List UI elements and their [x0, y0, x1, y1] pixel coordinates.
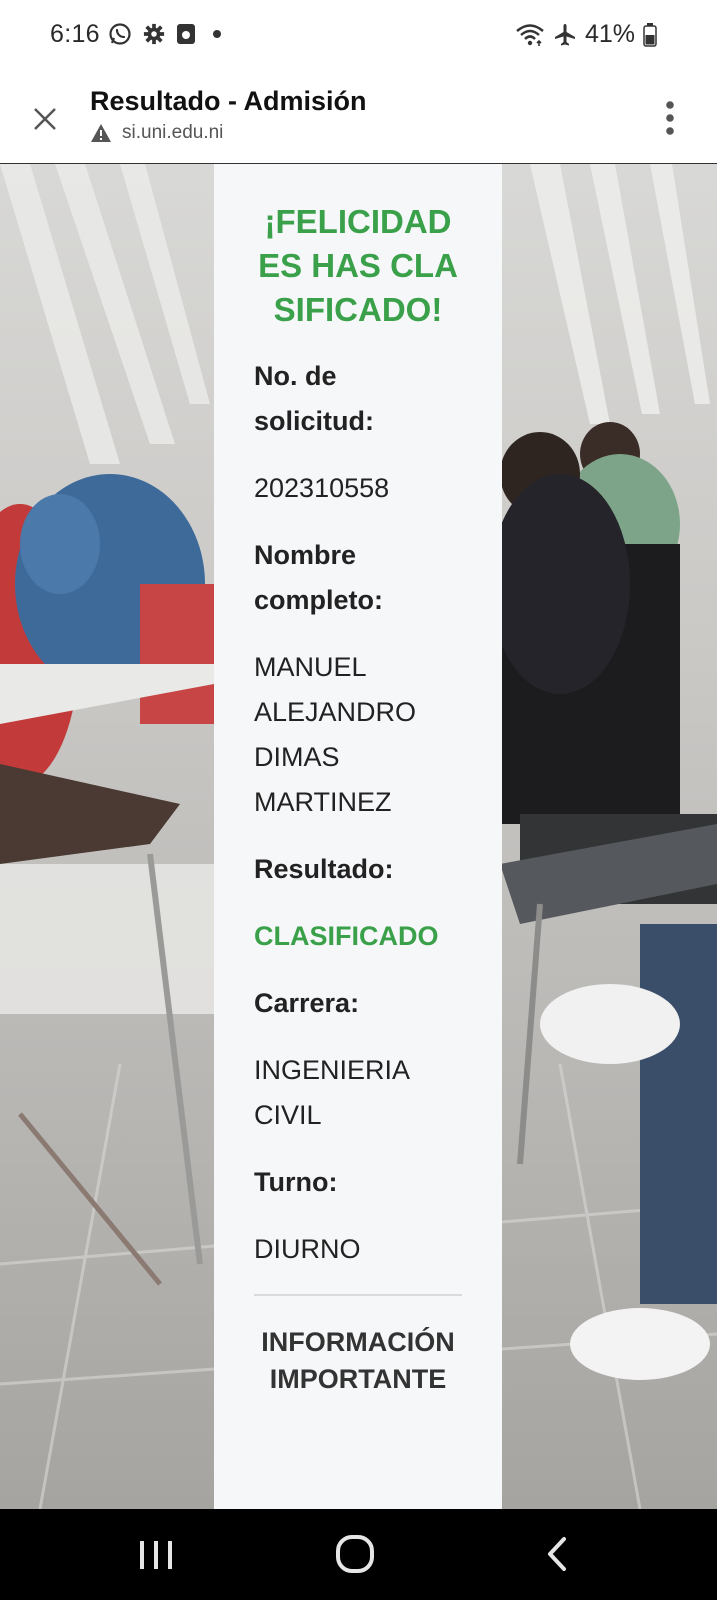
divider [254, 1294, 462, 1296]
gear-icon [143, 23, 165, 45]
navigation-bar [0, 1509, 717, 1600]
career-label: Carrera: [254, 988, 360, 1018]
shift-value: DIURNO [254, 1234, 361, 1264]
url-text: si.uni.edu.ni [122, 122, 224, 143]
request-number-value: 202310558 [254, 473, 390, 503]
important-info-heading: INFORMACIÓN IMPORTANTE [261, 1327, 455, 1394]
status-icons-right: 41% [515, 20, 657, 49]
shift-label: Turno: [254, 1167, 338, 1197]
result-card: ¡FELICIDADES HAS CLASIFICADO! No. de sol… [214, 164, 502, 1509]
close-icon[interactable] [28, 102, 62, 136]
request-number-label: No. de solicitud: [254, 361, 374, 436]
recent-apps-icon[interactable] [132, 1531, 180, 1577]
battery-percent: 41% [584, 20, 635, 48]
full-name-label: Nombre completo: [254, 540, 384, 615]
wifi-icon [516, 23, 544, 46]
back-icon[interactable] [534, 1531, 582, 1577]
congrats-headline: ¡FELICIDADES HAS CLASIFICADO! [258, 203, 458, 328]
airplane-icon [554, 23, 575, 45]
home-icon[interactable] [332, 1531, 380, 1577]
notification-dot [213, 30, 221, 38]
whatsapp-icon [109, 23, 131, 45]
status-bar: 6:16 41% [0, 0, 717, 72]
result-label: Resultado: [254, 854, 394, 884]
url-bar[interactable]: si.uni.edu.ni [90, 122, 223, 144]
page-title: Resultado - Admisión [90, 86, 367, 116]
result-value: CLASIFICADO [254, 921, 439, 951]
full-name-value: MANUEL ALEJANDRO DIMAS MARTINEZ [254, 652, 417, 817]
warning-icon[interactable] [90, 123, 112, 143]
browser-header: Resultado - Admisión si.uni.edu.ni [0, 72, 717, 164]
media-icon [177, 24, 195, 44]
result-card-inner: ¡FELICIDADES HAS CLASIFICADO! No. de sol… [254, 164, 462, 1398]
status-time: 6:16 [50, 20, 100, 48]
more-options-icon[interactable] [665, 100, 675, 136]
status-icons-left [108, 22, 221, 46]
page-content: ¡FELICIDADES HAS CLASIFICADO! No. de sol… [0, 164, 717, 1509]
battery-icon [643, 22, 657, 47]
career-value: INGENIERIA CIVIL [254, 1055, 409, 1130]
